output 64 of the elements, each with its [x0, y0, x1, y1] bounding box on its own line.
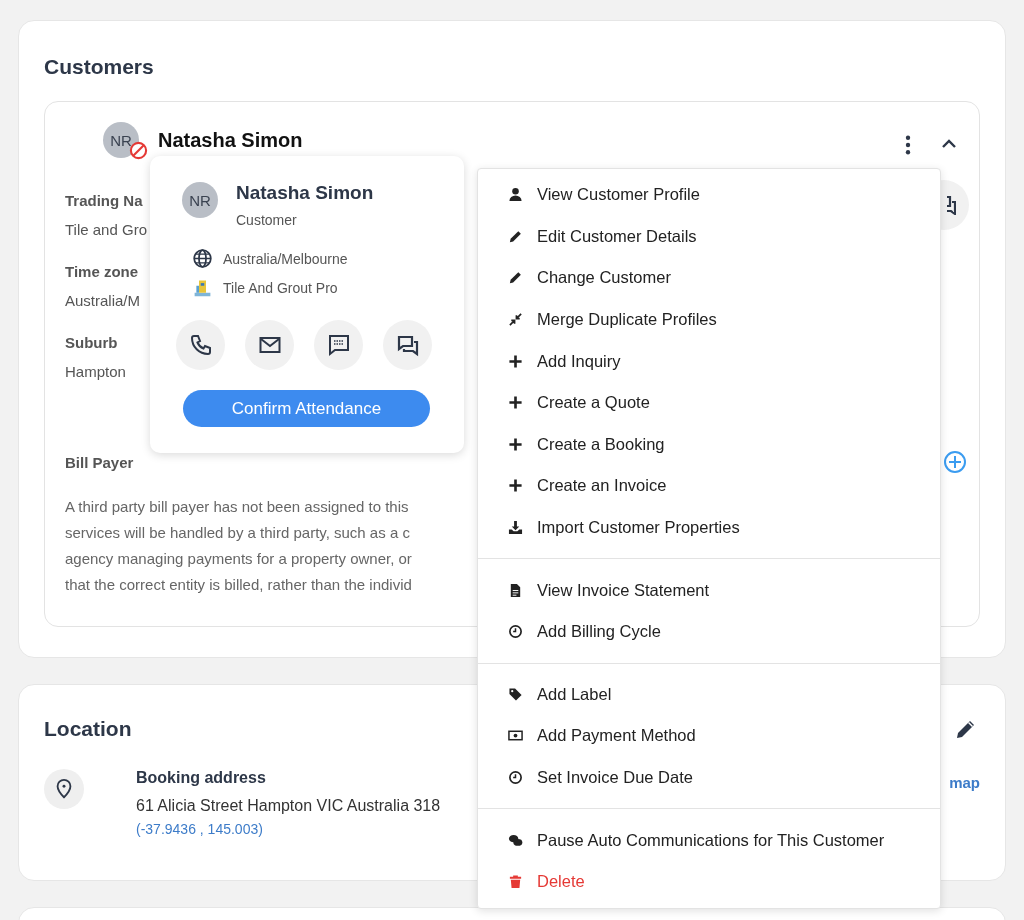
timezone-text: Australia/Melbourne — [223, 250, 348, 267]
globe-icon — [192, 248, 213, 269]
menu-item[interactable]: Add Inquiry — [478, 340, 940, 382]
plus-icon — [508, 478, 523, 494]
customer-avatar: NR — [182, 182, 218, 218]
add-icon[interactable] — [943, 450, 967, 474]
bill-payer-text: services will be handled by a third party, such as a c — [65, 523, 410, 543]
clock-icon — [508, 770, 523, 785]
menu-item[interactable]: Create an Invoice — [478, 465, 940, 507]
chat-button[interactable] — [383, 320, 432, 370]
menu-item[interactable]: Add Payment Method — [478, 715, 940, 757]
clock-icon — [508, 624, 523, 640]
sms-icon — [326, 333, 351, 357]
address-label: Booking address — [136, 769, 267, 787]
menu-item[interactable]: Merge Duplicate Profiles — [478, 298, 940, 341]
plus-icon — [508, 436, 523, 452]
more-icon[interactable] — [905, 135, 911, 155]
address-text: 61 Alicia Street Hampton VIC Australia 318 — [136, 797, 441, 815]
menu-item[interactable]: Add Billing Cycle — [478, 610, 940, 653]
bill-payer-text: agency managing payments for a property owner, or — [65, 549, 412, 569]
trash-icon — [508, 874, 523, 890]
menu-item[interactable]: Pause Auto Communications for This Customer — [478, 819, 940, 861]
pencil-icon — [508, 270, 523, 286]
download-icon — [508, 520, 523, 536]
document-icon — [508, 582, 523, 598]
section-title: Customers — [44, 54, 155, 80]
menu-item[interactable]: Create a Quote — [478, 381, 940, 424]
menu-item[interactable]: Create a Booking — [478, 423, 940, 466]
bill-payer-label: Bill Payer — [65, 453, 134, 471]
field-label: Suburb — [65, 334, 119, 351]
menu-item[interactable]: View Customer Profile — [478, 174, 940, 216]
field-value: Australia/M — [65, 292, 142, 309]
coordinates-link[interactable]: (-37.9436 , 145.003) — [136, 821, 441, 837]
plus-icon — [508, 395, 523, 411]
section-title: Location — [44, 716, 132, 742]
company-text: Tile And Grout Pro — [223, 279, 338, 296]
menu-item[interactable]: Add Label — [478, 673, 940, 716]
customer-name: Natasha Simon — [158, 128, 303, 152]
field-value: Tile and Gro — [65, 221, 147, 238]
person-icon — [508, 187, 523, 203]
field-label: Trading Na — [65, 192, 144, 209]
menu-item[interactable]: Import Customer Properties — [478, 506, 940, 549]
chevron-icon[interactable] — [941, 139, 957, 149]
menu-item[interactable]: Delete — [478, 860, 940, 903]
tag-icon — [508, 686, 523, 702]
menu-item[interactable]: Edit Customer Details — [478, 215, 940, 258]
field-value: Hampton — [65, 363, 127, 380]
phone-button[interactable] — [176, 320, 225, 370]
email-button[interactable] — [245, 320, 294, 370]
popover-name: Natasha Simon — [236, 182, 374, 204]
bill-payer-text: that the correct entity is billed, rather than the individ — [65, 575, 412, 595]
merge-icon — [508, 312, 523, 328]
menu-item[interactable]: View Invoice Statement — [478, 569, 940, 611]
sms-button[interactable] — [314, 320, 363, 370]
phone-icon — [188, 333, 213, 357]
pencil-icon — [508, 228, 523, 244]
field-label: Time zone — [65, 263, 140, 280]
bill-payer-text: A third party bill payer has not been assigned to this — [65, 497, 409, 517]
location-pin-icon — [44, 769, 84, 809]
plus-icon — [508, 353, 523, 369]
menu-item[interactable]: Change Customer — [478, 257, 940, 299]
map-link[interactable]: map — [949, 774, 980, 837]
popover-role: Customer — [236, 212, 298, 228]
menu-item[interactable]: Set Invoice Due Date — [478, 756, 940, 799]
